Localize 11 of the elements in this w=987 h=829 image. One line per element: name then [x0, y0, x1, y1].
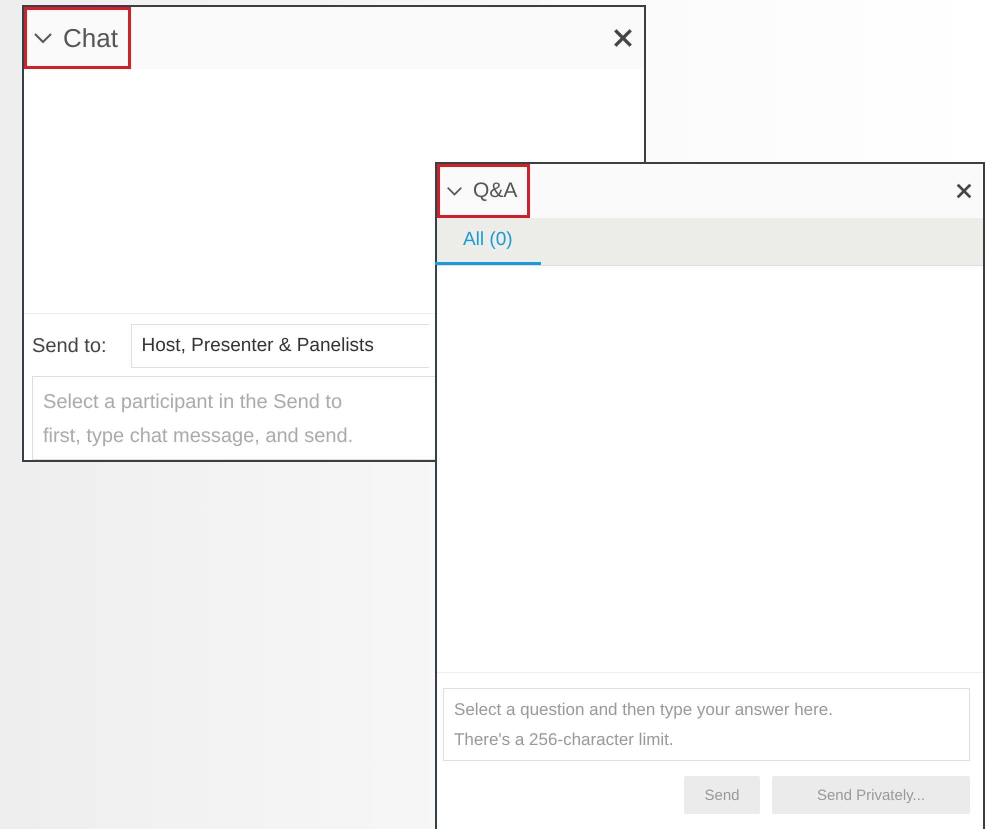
send-to-dropdown[interactable]: Host, Presenter & Panelists [130, 324, 429, 368]
message-field[interactable]: Select a participant in the Send to first, type chat message, and send. [32, 376, 435, 460]
tab[interactable]: All (0) [435, 218, 541, 265]
send-to-label: Send to: [32, 334, 107, 358]
close-icon[interactable] [612, 27, 634, 49]
panel-title: Q&A [473, 179, 518, 203]
panel-title: Chat [63, 22, 118, 54]
close-icon[interactable] [955, 182, 973, 200]
chevron-icon[interactable] [446, 186, 463, 196]
answer-field[interactable]: Select a question and then type your answer here. There's a 256-character limit. [443, 688, 970, 761]
chevron-icon[interactable] [33, 32, 53, 44]
